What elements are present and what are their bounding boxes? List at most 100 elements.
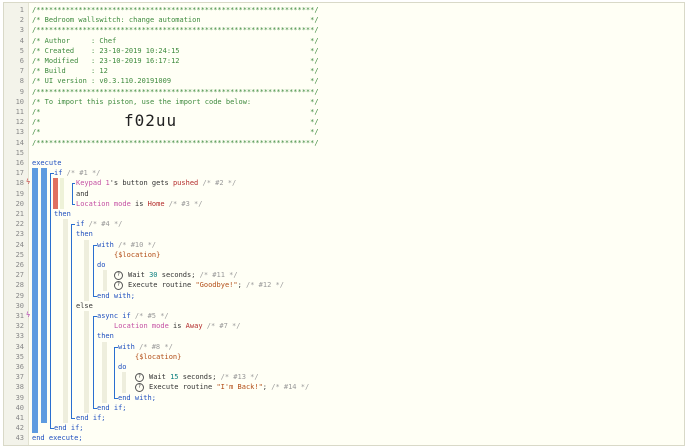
header-comment-line: /* UI version : v0.3.110.20191009 */ [32,77,319,86]
inner-do-block-bar [122,372,126,393]
keyword: end execute; [32,434,83,443]
then-block-bar [63,219,68,424]
line-number: 41 [15,414,24,422]
async-trigger-icon: ϟ [26,311,31,319]
condition-line: Keypad 1's button gets pushed /* #2 */ [76,178,236,188]
wait-number: 30 [149,271,158,280]
code-line: {$location} [135,352,181,362]
piston-code-editor: 1 2 3 4 5 6 7 8 9 10 11 12 13 14 15 16 17 18 19 20 21 22 23 24 2… [3,2,685,446]
line-number: 20 [15,199,24,208]
help-icon[interactable]: ? [114,271,123,281]
else-keyword: else [76,301,93,310]
line-number: 42 [15,424,24,433]
line-number: 33 [15,332,24,341]
code-line: end with; [118,393,156,403]
keyword: async if [97,312,131,320]
code-line: ? Wait 15 seconds; /* #13 */ [135,372,259,383]
with-block-bar [84,239,89,301]
line-number: 10 [15,97,24,106]
condition-line: Location mode is Home /* #3 */ [76,199,202,209]
execute-command: Execute routine [149,383,213,392]
line-number: 34 [15,342,24,351]
line-number: 5 [19,46,24,55]
line-number: 11 [15,108,24,116]
rail-tick [93,316,97,317]
statement-comment: /* #8 */ [134,342,173,351]
help-icon[interactable]: ? [135,383,144,393]
code-line: do [97,260,105,270]
execute-block-bar [32,168,38,434]
code-line: {$location} [114,250,160,260]
device-name: Keypad 1 [76,179,110,188]
code-line: then [76,229,93,239]
help-icon[interactable]: ? [114,281,123,291]
keyword: end if; [76,414,106,422]
code-line: ? Wait 30 seconds; /* #11 */ [114,270,238,281]
header-comment-line: /***************************************… [32,87,319,96]
wait-command: Wait [149,373,166,382]
help-icon[interactable]: ? [135,373,144,383]
code-line: and [76,189,89,199]
code-line: Location mode is Away /* #7 */ [114,321,240,331]
keyword: execute [32,159,62,167]
code-line: end with; [97,291,135,301]
rail-tick [93,244,97,246]
statement-comment: /* #10 */ [113,240,157,249]
rail-tick [50,428,54,430]
statement-comment: /* #7 */ [202,322,241,331]
execute-command: Execute routine [128,281,192,290]
statement-comment: /* #13 */ [216,373,259,382]
if-statement: if /* #1 */ [54,168,100,178]
code-line: end if; [54,423,84,433]
wait-command: Wait [128,271,145,280]
inner-with-rail [114,346,115,398]
line-number: 18 [15,179,24,188]
line-number: 26 [15,261,24,269]
line-number: 16 [15,159,24,167]
code-line: do [118,362,126,372]
routine-name: "I'm Back!" [216,383,263,392]
line-number: 9 [19,87,24,96]
statement-comment: /* #14 */ [267,383,310,392]
condition-rail [72,183,73,204]
line-number: 32 [15,322,24,331]
seconds-unit: seconds; [182,373,217,382]
rail-tick [93,295,97,297]
code-line: else [76,301,93,311]
location-mode: Location mode [76,199,131,208]
line-number: 28 [15,281,24,290]
async-block-bar [84,311,89,413]
line-number: 31 [15,312,24,320]
header-comment-line: /***************************************… [32,138,319,147]
line-number: 25 [15,250,24,259]
code-line: with /* #8 */ [118,342,173,352]
mode-value: Away [185,322,203,331]
line-number: 29 [15,291,24,300]
line-number: 17 [15,169,24,178]
do-block-bar [103,270,107,291]
async-rail [93,316,94,408]
line-number: 38 [15,383,24,392]
location-variable: {$location} [114,250,161,259]
routine-name: "Goodbye!" [195,281,238,290]
rail-tick [93,407,97,409]
line-number: 21 [15,210,24,218]
statement-comment: /* #12 */ [241,281,284,290]
if-rail [50,173,51,429]
header-comment-line: /* Bedroom wallswitch: change automation… [32,16,319,25]
statement-comment: /* #1 */ [62,169,101,178]
statement-comment: /* #3 */ [164,199,203,208]
logical-operator: and [76,189,89,198]
header-comment-line: /* To import this piston, use the import… [32,97,319,106]
inner-if-rail [71,224,72,418]
statement-comment: /* #11 */ [195,271,238,280]
line-number: 39 [15,393,24,402]
import-code: f02uu [124,111,178,131]
possessive: 's [109,179,119,188]
code-line: with /* #10 */ [97,240,156,250]
condition-trigger-icon: ϟ [26,178,31,187]
seconds-unit: seconds; [161,271,196,280]
keyword: end if; [54,424,84,433]
line-number: 36 [15,363,24,371]
keyword: do [118,363,127,371]
